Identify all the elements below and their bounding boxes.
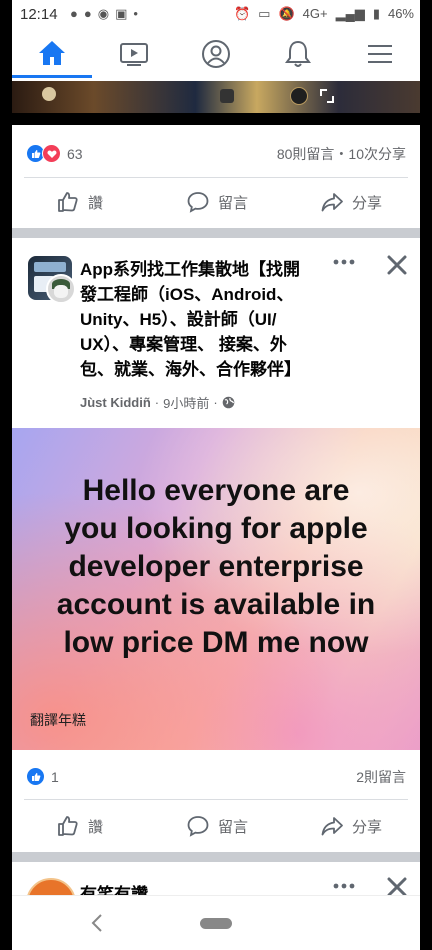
status-time: 12:14 [20, 6, 58, 23]
comment-icon [187, 816, 209, 837]
previous-post-video[interactable] [12, 81, 420, 113]
thumbs-up-icon [58, 192, 78, 212]
like-label: 讚 [88, 818, 104, 836]
signal-icon: ▂▄▆ [335, 6, 365, 21]
battery-level: 46% [387, 6, 414, 21]
post1-reaction-count: 63 [67, 145, 83, 162]
message-icon: ◉ [97, 6, 116, 21]
post2-reaction-count: 1 [51, 768, 59, 785]
video-icon [120, 43, 148, 66]
close-icon [387, 255, 407, 275]
chat-bubble-icon: ● [83, 6, 98, 21]
home-icon [39, 40, 65, 65]
post-text-line: you looking for apple [64, 512, 368, 545]
thumbs-up-icon [58, 816, 78, 836]
post1-comments-shares[interactable]: 80則留言・10次分享 [277, 144, 406, 164]
post-text-line: account is available in [56, 588, 376, 621]
tab-notifications[interactable] [258, 30, 338, 78]
share-label: 分享 [352, 194, 383, 212]
feed-separator [12, 852, 420, 862]
cast-icon: ▭ [258, 6, 271, 21]
post-text: Hello everyone are you looking for apple… [32, 472, 400, 662]
hide-post-button[interactable] [386, 254, 408, 276]
group-name-line: Unity、H5）、設計師（UI/ [80, 310, 277, 329]
alarm-icon: ⏰ [233, 6, 251, 21]
video-badge-icon [220, 89, 234, 103]
screenshot-icon: ▣ [115, 6, 134, 21]
phone-screen: 12:14 ●●◉▣• ⏰ ▭ 🔕 4G+ ▂▄▆ ▮ 46% 63 80則留言… [12, 0, 420, 950]
dot-icon: • [133, 6, 144, 21]
status-bar: 12:14 ●●◉▣• ⏰ ▭ 🔕 4G+ ▂▄▆ ▮ 46% [12, 0, 420, 30]
post-text-line: Hello everyone are [82, 474, 350, 507]
group-name-line: 包、就業、海外、合作夥伴】 [80, 360, 301, 379]
android-icon: ● [70, 6, 84, 21]
feed-separator [12, 228, 420, 238]
like-reaction-icon [26, 767, 45, 786]
share-icon [321, 817, 343, 836]
home-pill[interactable] [200, 918, 232, 929]
more-options-button[interactable] [332, 876, 356, 896]
top-nav [12, 30, 420, 80]
post2-comments[interactable]: 2則留言 [356, 767, 406, 787]
comment-label: 留言 [218, 194, 249, 212]
group-name-line: UX）、專案管理、 接案、外 [80, 335, 287, 354]
video-avatar [42, 87, 56, 101]
byline-separator: · [154, 395, 160, 410]
group-name[interactable]: App系列找工作集散地【找開 發工程師（iOS、Android、 Unity、H… [80, 257, 330, 382]
author-avatar[interactable] [46, 274, 76, 304]
post2-share-button[interactable]: 分享 [320, 814, 382, 838]
group-name-line: 發工程師（iOS、Android、 [80, 285, 294, 304]
status-left-icons: ●●◉▣• [70, 6, 144, 22]
group-name-line: App系列找工作集散地【找開 [80, 260, 301, 279]
hamburger-icon [368, 45, 392, 63]
divider [24, 177, 408, 178]
post1-reactions[interactable]: 63 [26, 144, 83, 163]
post1-comment-button[interactable]: 留言 [186, 190, 248, 214]
battery-icon: ▮ [372, 6, 380, 21]
author-name[interactable]: Jùst Kiddiñ [80, 395, 151, 410]
post1-like-button[interactable]: 讚 [56, 190, 103, 214]
post-text-line: developer enterprise [68, 550, 364, 583]
more-icon [333, 259, 355, 265]
mute-icon: 🔕 [278, 6, 295, 21]
post-text-line: low price DM me now [63, 626, 369, 659]
bell-icon [285, 40, 311, 67]
video-bottom-bar [12, 113, 420, 125]
status-right-icons: ⏰ ▭ 🔕 4G+ ▂▄▆ ▮ 46% [226, 6, 414, 22]
share-icon [321, 193, 343, 212]
tab-profile[interactable] [176, 30, 256, 78]
network-label: 4G+ [302, 6, 328, 21]
post2-like-button[interactable]: 讚 [56, 814, 103, 838]
post-background-image[interactable]: Hello everyone are you looking for apple… [12, 428, 420, 750]
video-overlay-icon [290, 87, 308, 105]
post1-share-button[interactable]: 分享 [320, 190, 382, 214]
share-label: 分享 [352, 818, 383, 836]
comment-label: 留言 [218, 818, 249, 836]
comment-icon [187, 192, 209, 213]
system-nav-bar [12, 895, 420, 950]
divider [24, 799, 408, 800]
back-icon[interactable] [90, 913, 104, 933]
post-time[interactable]: 9小時前 [163, 393, 209, 412]
profile-icon [202, 40, 230, 68]
more-icon [333, 883, 355, 889]
byline-separator: · [213, 395, 218, 410]
like-label: 讚 [88, 194, 104, 212]
translate-link[interactable]: 翻譯年糕 [30, 710, 86, 730]
fullscreen-icon[interactable] [318, 87, 336, 105]
post-byline: Jùst Kiddiñ · 9小時前 · [80, 393, 235, 412]
tab-home[interactable] [12, 30, 92, 78]
love-reaction-icon [42, 144, 61, 163]
more-options-button[interactable] [332, 252, 356, 272]
tab-watch[interactable] [94, 30, 174, 78]
globe-icon [222, 396, 235, 409]
post2-reactions[interactable]: 1 [26, 767, 59, 786]
post2-comment-button[interactable]: 留言 [186, 814, 248, 838]
tab-menu[interactable] [340, 30, 420, 78]
